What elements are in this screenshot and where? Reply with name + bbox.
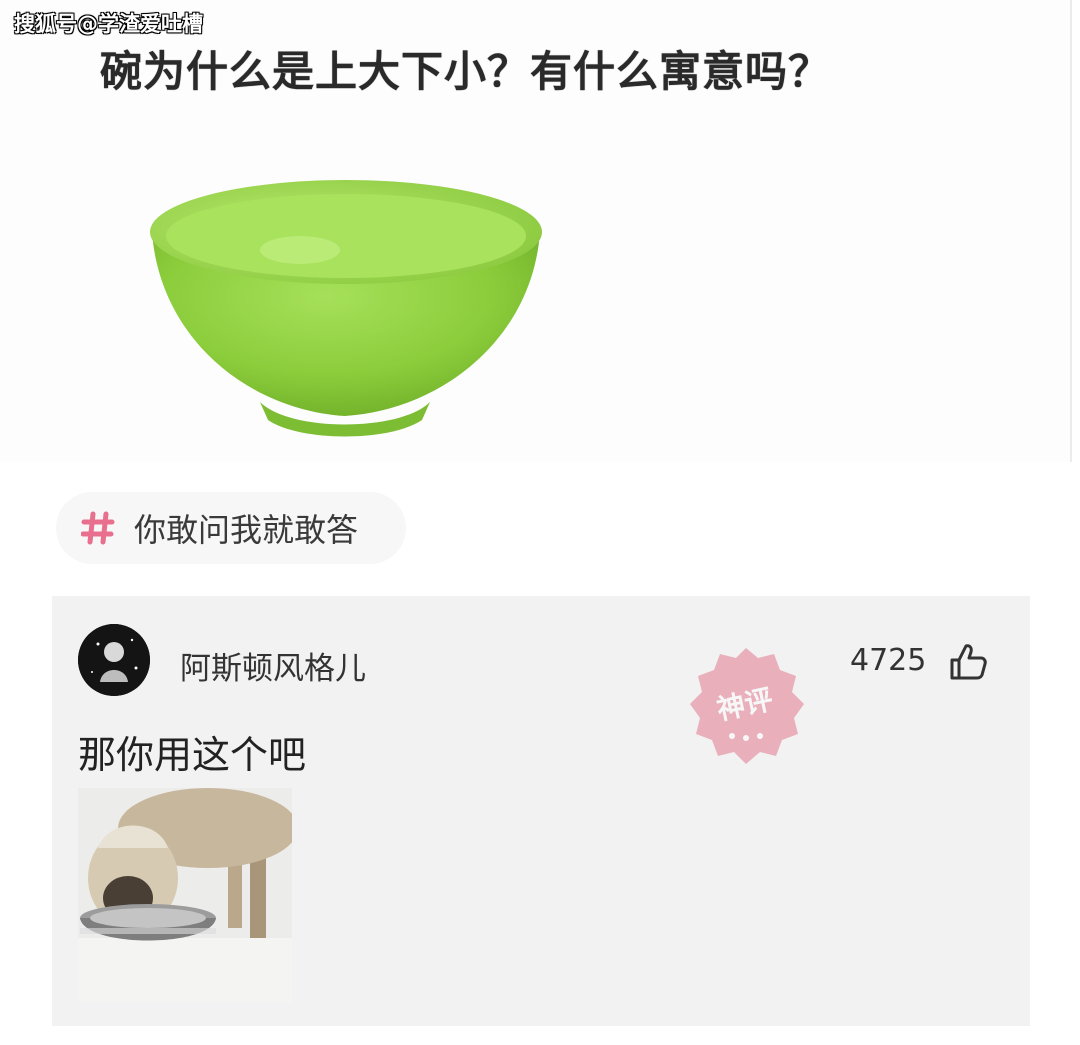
question-text: 碗为什么是上大下小？有什么寓意吗？ [100, 47, 832, 96]
avatar[interactable] [78, 624, 150, 696]
comment-card: 阿斯顿风格儿 4725 神评 那你用这个吧 [52, 596, 1030, 1026]
comment-username[interactable]: 阿斯顿风格儿 [180, 643, 366, 688]
thumbs-up-icon[interactable] [946, 640, 990, 684]
post-image[interactable]: 碗为什么是上大下小？有什么寓意吗？ [0, 0, 1072, 462]
topic-label: 你敢问我就敢答 [134, 511, 359, 549]
comment-text: 那你用这个吧 [78, 733, 307, 777]
comment-image-thumbnail[interactable] [78, 788, 292, 1002]
topic-chip[interactable]: 你敢问我就敢答 [56, 492, 406, 564]
green-bowl-image [150, 180, 542, 437]
watermark: 搜狐号@学渣爱吐槽 [14, 12, 203, 36]
hashtag-icon [78, 508, 118, 548]
top-comment-stamp: 神评 [690, 648, 804, 764]
like-count: 4725 [850, 643, 927, 678]
